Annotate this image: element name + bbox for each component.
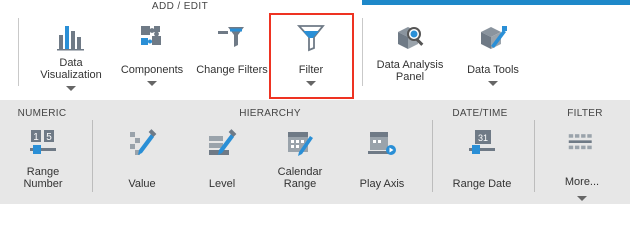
play-axis-label: Play Axis bbox=[359, 178, 405, 190]
data-visualization-button[interactable]: Data Visualization bbox=[32, 18, 110, 98]
magnifier-cube-icon bbox=[394, 21, 426, 53]
calendar-day: 31 bbox=[478, 133, 488, 143]
data-tools-label: Data Tools bbox=[467, 64, 519, 76]
section-label-filter: FILTER bbox=[567, 108, 603, 119]
range-number-label: Range Number bbox=[23, 166, 63, 190]
calendar-range-button[interactable]: Calendar Range bbox=[265, 128, 335, 190]
section-label-add-edit: ADD / EDIT bbox=[151, 1, 209, 12]
divider bbox=[92, 120, 93, 192]
highlight-box bbox=[269, 13, 354, 99]
value-button[interactable]: Value bbox=[107, 128, 177, 190]
divider bbox=[534, 120, 535, 192]
section-label-date-time: DATE/TIME bbox=[452, 108, 508, 119]
section-label-hierarchy: HIERARCHY bbox=[239, 108, 301, 119]
ribbon-toolbar: ADD / EDIT Data Visualization Components… bbox=[0, 0, 630, 204]
data-analysis-panel-label: Data Analysis Panel bbox=[376, 59, 444, 83]
change-filter-icon bbox=[216, 21, 248, 53]
range-number-button[interactable]: 1 5 Range Number bbox=[8, 128, 78, 190]
range-date-icon: 31 bbox=[467, 128, 497, 158]
change-filters-button[interactable]: Change Filters bbox=[193, 18, 271, 98]
range-date-label: Range Date bbox=[452, 178, 512, 190]
range-number-icon: 1 5 bbox=[28, 128, 58, 158]
play-axis-button[interactable]: Play Axis bbox=[347, 128, 417, 190]
section-label-numeric: NUMERIC bbox=[17, 108, 67, 119]
cube-wrench-icon bbox=[477, 21, 509, 53]
components-button[interactable]: Components bbox=[117, 18, 187, 98]
calendar-range-icon bbox=[285, 128, 315, 158]
chevron-down-icon[interactable] bbox=[488, 81, 498, 86]
ribbon-bottom: NUMERIC HIERARCHY DATE/TIME FILTER 1 5 R… bbox=[0, 100, 630, 204]
level-button[interactable]: Level bbox=[187, 128, 257, 190]
more-filters-label: More... bbox=[564, 176, 600, 188]
data-visualization-label: Data Visualization bbox=[40, 57, 102, 81]
range-digit-1: 1 bbox=[33, 132, 39, 143]
value-label: Value bbox=[128, 178, 156, 190]
range-date-button[interactable]: 31 Range Date bbox=[447, 128, 517, 190]
more-filters-button[interactable]: More... bbox=[547, 128, 617, 201]
chevron-down-icon[interactable] bbox=[66, 86, 76, 91]
play-axis-icon bbox=[367, 128, 397, 158]
tree-level-icon bbox=[207, 128, 237, 158]
data-tools-button[interactable]: Data Tools bbox=[458, 18, 528, 98]
change-filters-label: Change Filters bbox=[196, 64, 268, 76]
filter-more-icon bbox=[567, 128, 597, 158]
bar-chart-icon bbox=[55, 21, 87, 53]
level-label: Level bbox=[208, 178, 236, 190]
chevron-down-icon[interactable] bbox=[147, 81, 157, 86]
divider bbox=[362, 18, 363, 86]
ribbon-top: ADD / EDIT Data Visualization Components… bbox=[0, 0, 630, 100]
active-tab-accent bbox=[362, 0, 630, 5]
puzzle-pieces-icon bbox=[136, 21, 168, 53]
chevron-down-icon[interactable] bbox=[577, 196, 587, 201]
tree-value-icon bbox=[127, 128, 157, 158]
components-label: Components bbox=[120, 64, 184, 76]
calendar-range-label: Calendar Range bbox=[277, 166, 323, 190]
range-digit-2: 5 bbox=[46, 132, 52, 143]
divider bbox=[18, 18, 19, 86]
divider bbox=[432, 120, 433, 192]
data-analysis-panel-button[interactable]: Data Analysis Panel bbox=[372, 18, 448, 98]
